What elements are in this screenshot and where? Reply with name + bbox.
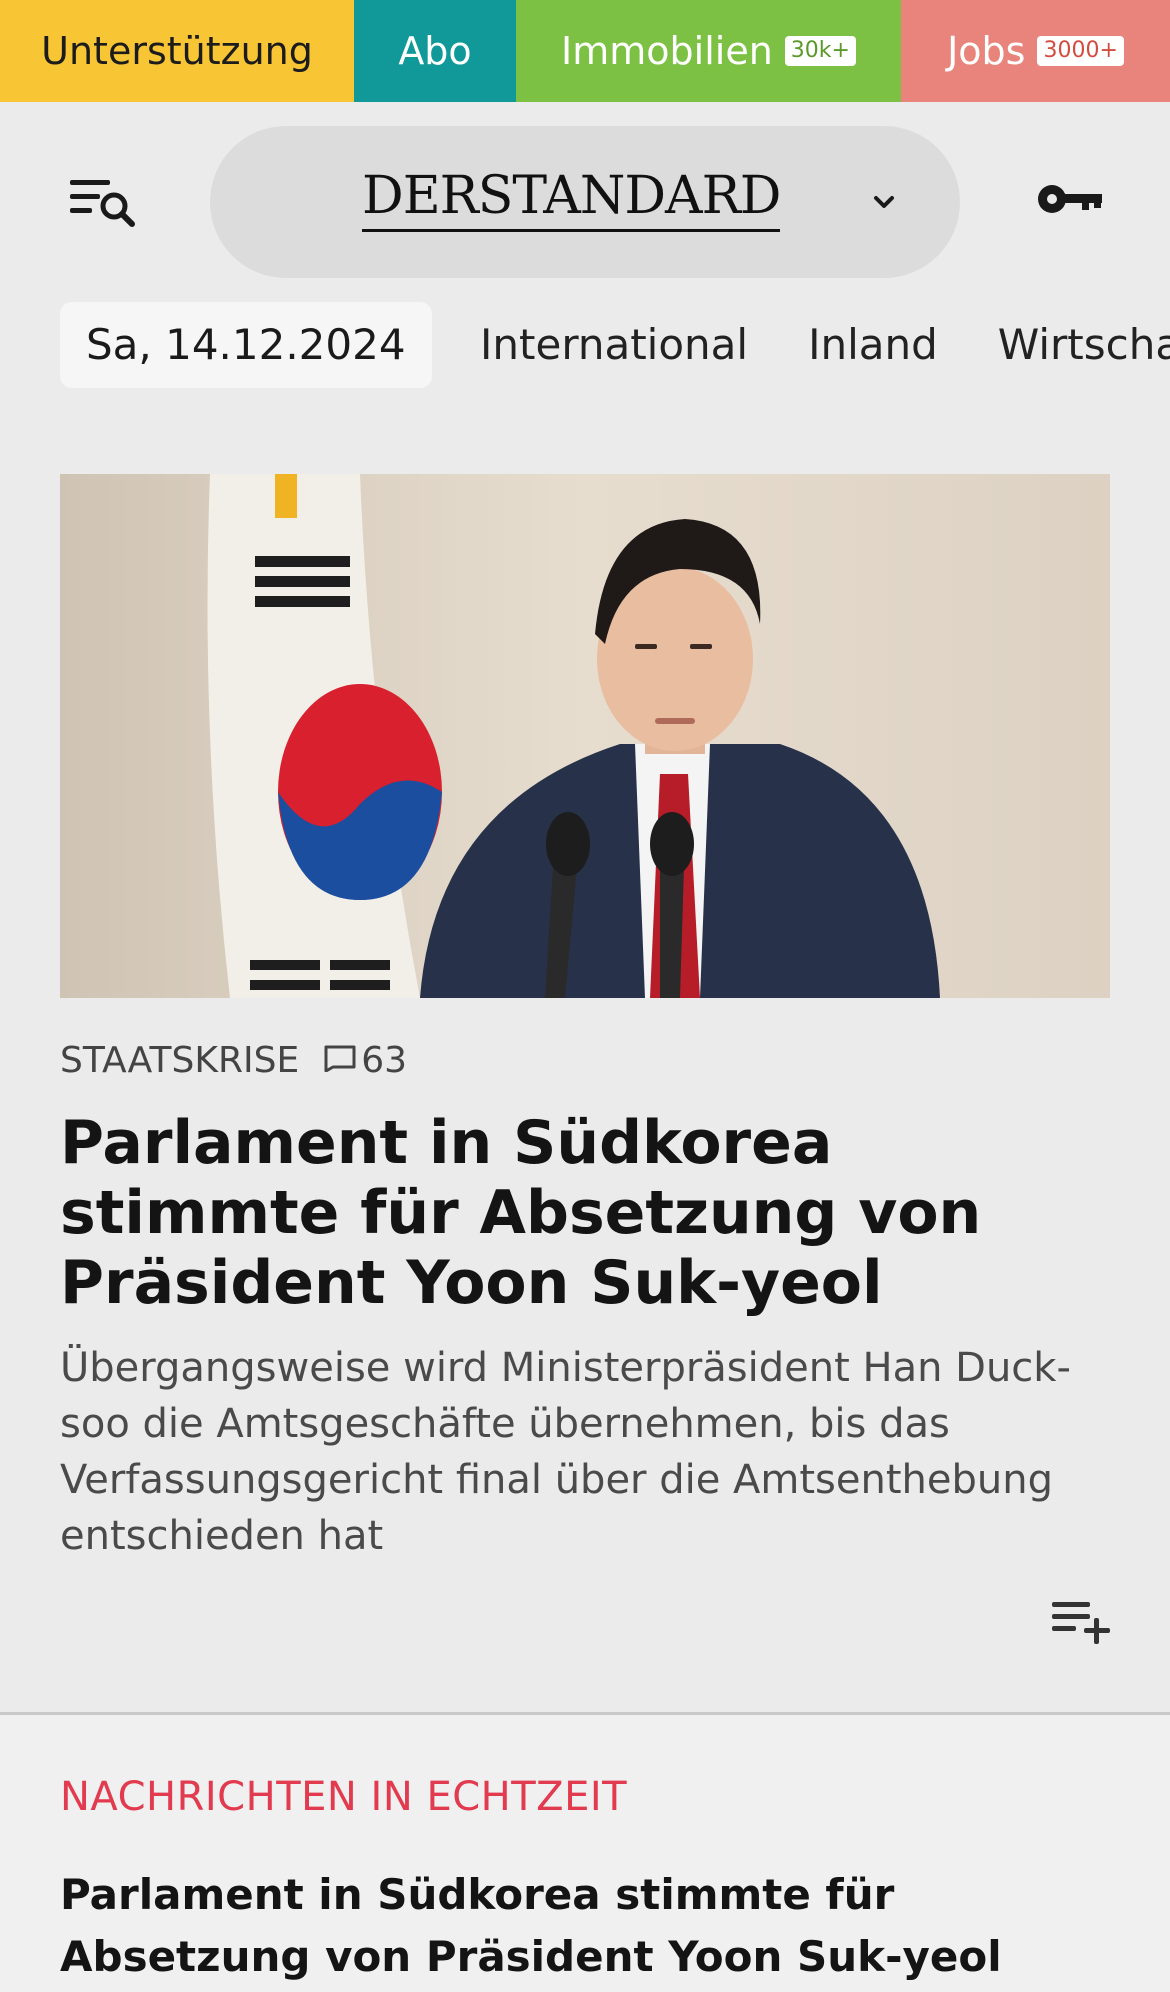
current-date: Sa, 14.12.2024 [60, 302, 432, 388]
support-link[interactable]: Unterstützung [0, 0, 354, 102]
nav-inland[interactable]: Inland [808, 302, 938, 388]
brand-selector[interactable]: DERSTANDARD [210, 126, 960, 278]
abo-link[interactable]: Abo [354, 0, 516, 102]
section-nav: Sa, 14.12.2024 International Inland Wirt… [0, 296, 1170, 472]
comment-count: 63 [361, 1040, 407, 1081]
section-divider [0, 1712, 1170, 1715]
chevron-down-icon [868, 186, 900, 218]
comment-icon [323, 1040, 357, 1081]
live-headline[interactable]: Parlament in Südkorea stimmte für Absetz… [60, 1864, 1120, 1988]
hero-meta: STAATSKRISE 63 [60, 1040, 407, 1081]
immobilien-link[interactable]: Immobilien 30k+ [516, 0, 901, 102]
abo-label: Abo [398, 29, 472, 73]
nav-international[interactable]: International [480, 302, 748, 388]
hero-lead: Übergangsweise wird Ministerpräsident Ha… [60, 1345, 1071, 1559]
playlist-add-icon[interactable] [1050, 1598, 1112, 1646]
nav-wirtschaft[interactable]: Wirtscha [998, 302, 1170, 388]
hero-kicker: STAATSKRISE [60, 1040, 300, 1081]
key-icon[interactable] [1036, 178, 1106, 220]
service-bar: Unterstützung Abo Immobilien 30k+ Jobs 3… [0, 0, 1170, 102]
support-label: Unterstützung [41, 29, 313, 73]
hero-article-image[interactable] [60, 474, 1110, 998]
brand-logo: DERSTANDARD [362, 167, 781, 233]
immobilien-count-badge: 30k+ [784, 36, 856, 66]
comment-count-link[interactable]: 63 [323, 1040, 407, 1081]
jobs-count-badge: 3000+ [1037, 36, 1124, 66]
live-kicker[interactable]: NACHRICHTEN IN ECHTZEIT [60, 1774, 627, 1820]
site-header: DERSTANDARD [0, 102, 1170, 296]
hero-headline[interactable]: Parlament in Südkorea stimmte für Absetz… [60, 1108, 1120, 1318]
immobilien-label: Immobilien [561, 29, 773, 73]
jobs-link[interactable]: Jobs 3000+ [901, 0, 1170, 102]
menu-search-icon[interactable] [70, 174, 142, 234]
jobs-label: Jobs [947, 29, 1026, 73]
section-links: International Inland Wirtscha [480, 302, 1170, 388]
